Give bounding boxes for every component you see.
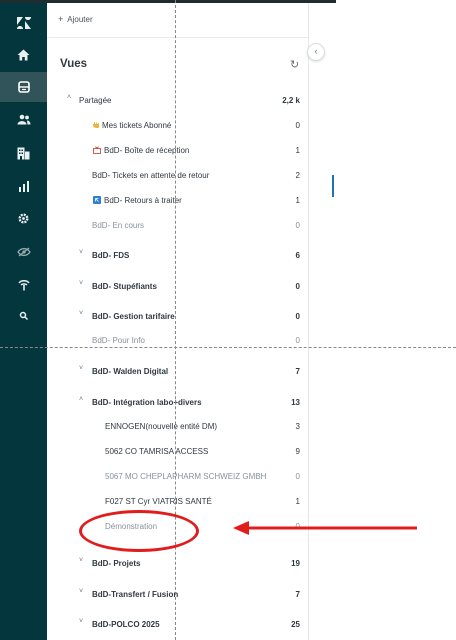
view-count: 19: [291, 559, 300, 568]
settings-icon[interactable]: [0, 203, 47, 233]
view-item[interactable]: 5067 MO CHEPLAPHARM SCHWEIZ GMBH 0: [60, 469, 306, 485]
view-label: Mes tickets Abonné: [102, 121, 172, 130]
view-item[interactable]: Mes tickets Abonné 0: [60, 118, 306, 134]
view-count: 0: [295, 336, 300, 345]
nav-rail: [0, 3, 47, 640]
view-label: BdD-POLCO 2025: [92, 620, 160, 629]
view-label: BdD- FDS: [92, 251, 130, 260]
view-group-transfert-fusion[interactable]: ˅ BdD-Transfert / Fusion 7: [60, 587, 306, 603]
refresh-icon[interactable]: ↻: [290, 58, 299, 71]
apps-icon[interactable]: [0, 270, 47, 300]
chevron-down-icon[interactable]: ˅: [79, 280, 83, 287]
view-label: BdD-Transfert / Fusion: [92, 590, 179, 599]
view-count: 0: [295, 472, 300, 481]
view-label: BdD- Gestion tarifaire: [92, 312, 175, 321]
hand-emoji-icon: [93, 122, 99, 129]
view-item[interactable]: BdD- En cours 0: [60, 218, 306, 234]
view-count: 7: [295, 590, 300, 599]
plus-icon: +: [58, 14, 64, 24]
chevron-up-icon[interactable]: ˄: [67, 94, 71, 101]
organizations-icon[interactable]: [0, 138, 47, 168]
view-label: 5067 MO CHEPLAPHARM SCHWEIZ GMBH: [105, 472, 267, 481]
view-label: BdD- Boîte de réception: [104, 146, 190, 155]
view-count: 25: [291, 620, 300, 629]
view-label: ENNOGEN(nouvelle entité DM): [105, 422, 218, 431]
view-count: 3: [295, 422, 300, 431]
view-count: 1: [295, 146, 300, 155]
chevron-down-icon[interactable]: ˅: [79, 310, 83, 317]
view-count: 9: [295, 447, 300, 456]
add-label: Ajouter: [67, 15, 93, 24]
view-count: 1: [295, 196, 300, 205]
view-item[interactable]: ENNOGEN(nouvelle entité DM) 3: [60, 419, 306, 435]
view-group-walden-digital[interactable]: ˅ BdD- Walden Digital 7: [60, 364, 306, 380]
annotation-circle: [79, 510, 199, 552]
view-count: 0: [295, 282, 300, 291]
view-count: 6: [295, 251, 300, 260]
view-label: BdD- Stupéfiants: [92, 282, 157, 291]
text-cursor-marker: [332, 175, 334, 197]
view-label: BdD- Retours à traiter: [104, 196, 182, 205]
view-count: 1: [295, 497, 300, 506]
view-label: F027 ST Cyr VIATRIS SANTÉ: [105, 497, 212, 506]
add-button[interactable]: + Ajouter: [58, 14, 93, 24]
view-label: BdD- Intégration labo+divers: [92, 398, 202, 407]
customers-icon[interactable]: [0, 104, 47, 134]
view-label: 5062 CO TAMRISA ACCESS: [105, 447, 209, 456]
view-label: BdD- En cours: [92, 221, 145, 230]
view-count: 2: [295, 171, 300, 180]
chevron-down-icon[interactable]: ˅: [79, 249, 83, 256]
home-icon[interactable]: [0, 40, 47, 70]
view-label: BdD- Projets: [92, 559, 141, 568]
view-label: BdD- Pour Info: [92, 336, 145, 345]
hidden-icon[interactable]: [0, 237, 47, 267]
view-count: 13: [291, 398, 300, 407]
view-item[interactable]: BdD- Boîte de réception 1: [60, 143, 306, 159]
view-group-partagee[interactable]: ˄ Partagée 2,2 k: [60, 93, 306, 109]
view-item[interactable]: 5062 CO TAMRISA ACCESS 9: [60, 444, 306, 460]
view-group-integration-labo[interactable]: ˄ BdD- Intégration labo+divers 13: [60, 395, 306, 411]
view-group-fds[interactable]: ˅ BdD- FDS 6: [60, 248, 306, 264]
view-group-projets[interactable]: ˅ BdD- Projets 19: [60, 556, 306, 572]
view-group-polco-2025[interactable]: ˅ BdD-POLCO 2025 25: [60, 617, 306, 633]
view-group-stupefiants[interactable]: ˅ BdD- Stupéfiants 0: [60, 279, 306, 295]
reporting-icon[interactable]: [0, 171, 47, 201]
return-emoji-icon: [93, 196, 101, 204]
guide-line-horizontal: [0, 347, 456, 348]
view-count: 2,2 k: [282, 96, 300, 105]
view-label: BdD- Tickets en attente de retour: [92, 171, 210, 180]
search-icon[interactable]: [0, 301, 47, 331]
view-item[interactable]: F027 ST Cyr VIATRIS SANTÉ 1: [60, 494, 306, 510]
view-label: Partagée: [79, 96, 112, 105]
view-item[interactable]: BdD- Tickets en attente de retour 2: [60, 168, 306, 184]
views-icon[interactable]: [0, 72, 47, 102]
chevron-down-icon[interactable]: ˅: [79, 557, 83, 564]
views-title: Vues: [60, 58, 88, 70]
view-count: 0: [295, 312, 300, 321]
view-count: 0: [295, 221, 300, 230]
view-item[interactable]: BdD- Retours à traiter 1: [60, 193, 306, 209]
inbox-emoji-icon: [93, 146, 101, 154]
logo-icon[interactable]: [0, 8, 47, 38]
chevron-left-icon[interactable]: ‹: [307, 43, 325, 61]
divider: [47, 37, 308, 38]
annotation-arrow-icon: [233, 521, 417, 535]
chevron-down-icon[interactable]: ˅: [79, 618, 83, 625]
view-count: 0: [295, 121, 300, 130]
view-group-gestion-tarifaire[interactable]: ˅ BdD- Gestion tarifaire 0: [60, 309, 306, 325]
chevron-down-icon[interactable]: ˅: [79, 365, 83, 372]
view-count: 7: [295, 367, 300, 376]
chevron-down-icon[interactable]: ˅: [79, 588, 83, 595]
view-label: BdD- Walden Digital: [92, 367, 169, 376]
chevron-up-icon[interactable]: ˄: [79, 396, 83, 403]
